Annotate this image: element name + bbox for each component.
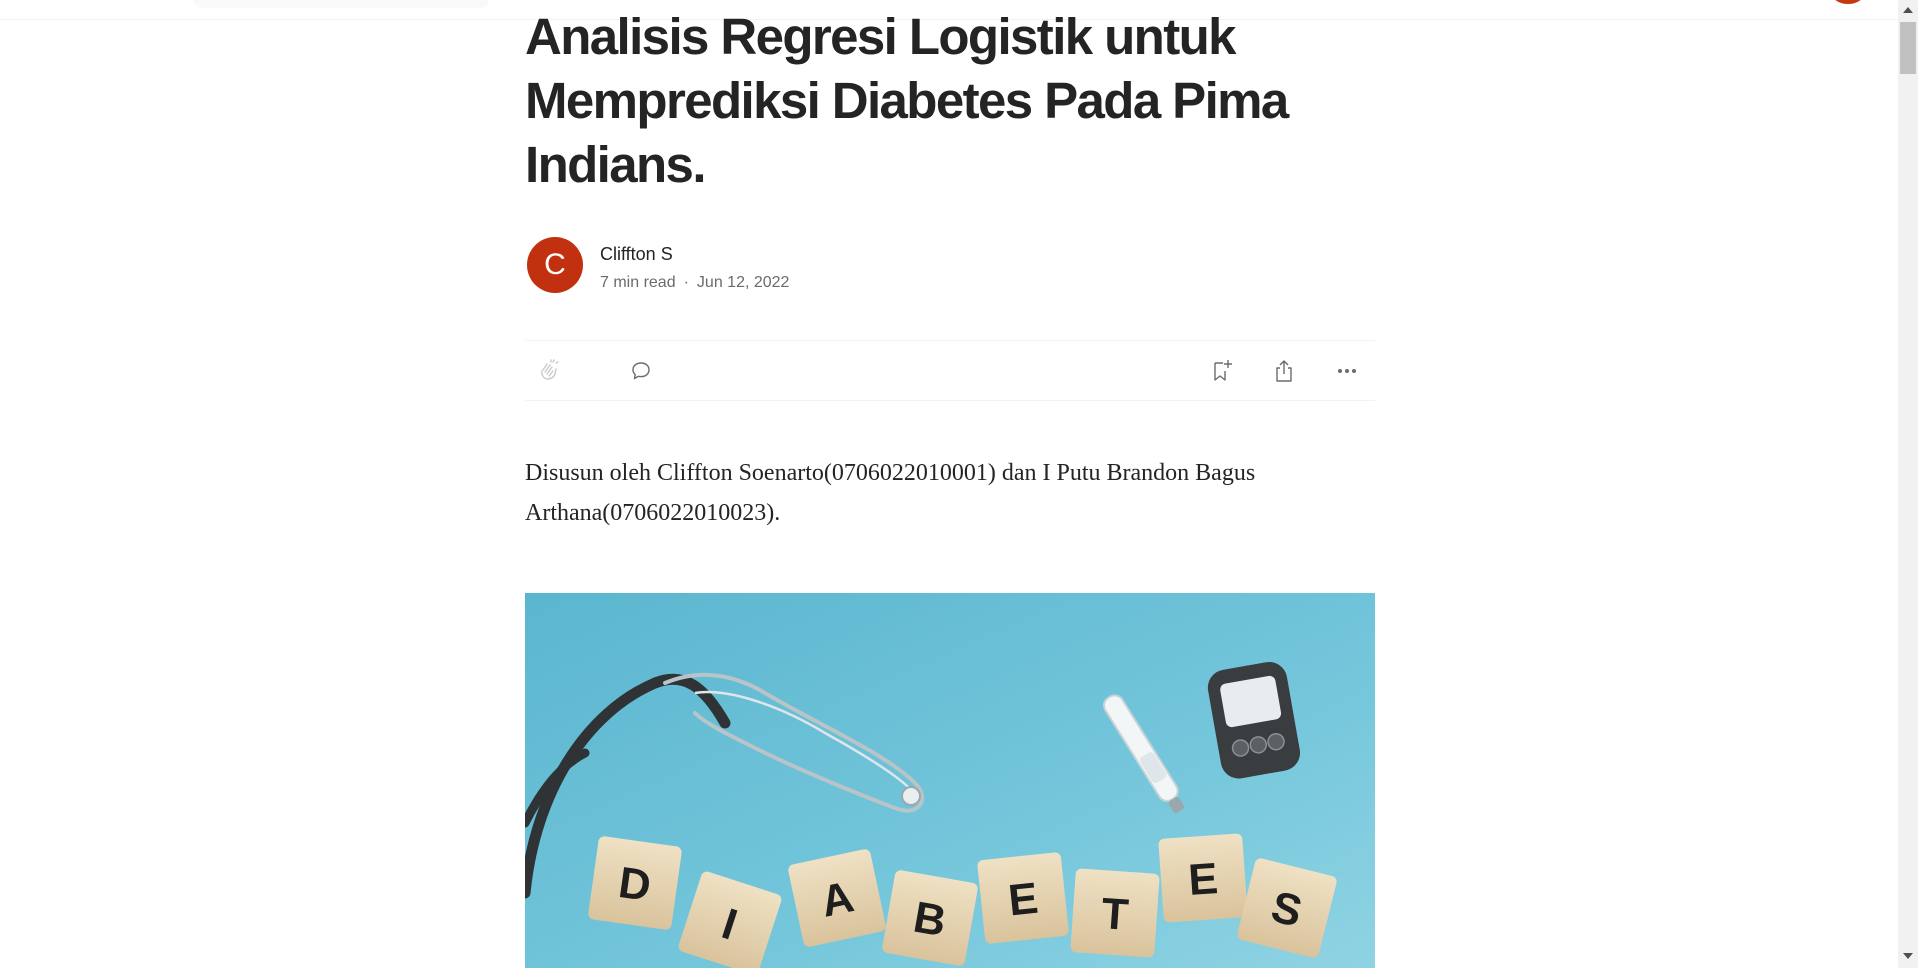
comment-icon[interactable] <box>629 359 653 383</box>
article-meta: 7 min read · Jun 12, 2022 <box>600 272 789 294</box>
cube-letter: E <box>1006 874 1040 926</box>
scroll-up-arrow-icon[interactable] <box>1903 7 1913 13</box>
meta-separator: · <box>683 274 689 291</box>
letter-cube: A <box>788 849 886 947</box>
more-icon[interactable] <box>1335 359 1359 383</box>
scroll-down-arrow-icon[interactable] <box>1903 953 1913 959</box>
letter-cube: E <box>977 852 1069 944</box>
clap-icon[interactable] <box>537 358 561 382</box>
hero-image: D I A B E T E S <box>525 593 1375 968</box>
search-bar[interactable] <box>193 0 489 8</box>
article-action-bar <box>525 340 1375 401</box>
diabetes-illustration: D I A B E T E S <box>525 593 1375 968</box>
publish-date: Jun 12, 2022 <box>696 274 790 291</box>
article-title: Analisis Regresi Logistik untuk Mempredi… <box>525 8 1289 193</box>
share-icon[interactable] <box>1271 358 1297 384</box>
scrollbar-thumb[interactable] <box>1900 22 1916 74</box>
author-name[interactable]: Cliffton S <box>600 242 673 266</box>
cube-letter: T <box>1100 889 1130 940</box>
user-avatar[interactable] <box>1833 0 1863 4</box>
bookmark-add-icon[interactable] <box>1209 358 1235 384</box>
author-avatar[interactable]: C <box>527 237 583 293</box>
article-intro-paragraph: Disusun oleh Cliffton Soenarto(070602201… <box>525 460 1256 526</box>
cube-letter: D <box>616 858 654 911</box>
letter-cube: B <box>882 870 978 966</box>
letter-cube: T <box>1070 868 1160 958</box>
letter-cube: E <box>1158 833 1248 923</box>
letter-cube: D <box>588 836 682 930</box>
cube-letter: E <box>1187 854 1220 905</box>
page-scrollbar[interactable] <box>1898 0 1918 968</box>
read-time: 7 min read <box>600 274 676 291</box>
